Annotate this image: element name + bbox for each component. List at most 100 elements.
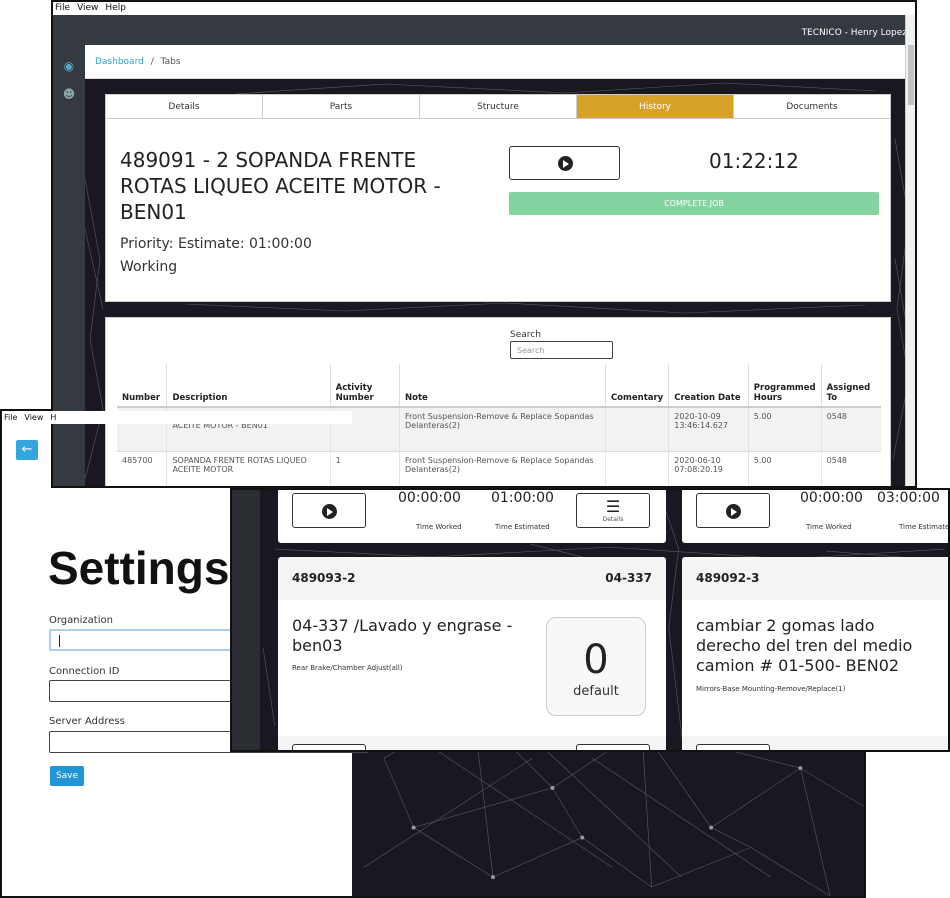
time-worked-label: Time Worked xyxy=(416,523,462,531)
settings-menubar: File View H xyxy=(2,411,352,424)
job-status: Working xyxy=(120,259,178,275)
order-id: 489092-3 xyxy=(696,571,760,585)
menu-file[interactable]: File xyxy=(55,3,70,13)
breadcrumb-separator: / xyxy=(150,57,154,67)
scrollbar-thumb[interactable] xyxy=(908,45,914,105)
tab-history[interactable]: History xyxy=(577,95,734,118)
play-icon xyxy=(558,156,573,171)
play-icon xyxy=(322,504,337,519)
tab-structure[interactable]: Structure xyxy=(420,95,577,118)
search-label: Search xyxy=(510,330,541,340)
cell-note: Front Suspension-Remove & Replace Sopand… xyxy=(399,450,606,486)
details-button[interactable] xyxy=(576,744,650,750)
job-tabs: Details Parts Structure History Document… xyxy=(105,94,891,119)
connection-id-label: Connection ID xyxy=(49,666,120,677)
order-code: 04-337 xyxy=(605,571,652,585)
order-header[interactable]: 489092-3 xyxy=(682,557,948,600)
table-row[interactable]: 485700 SOPANDA FRENTE ROTAS LIQUEO ACEIT… xyxy=(117,450,881,486)
menu-view[interactable]: View xyxy=(77,3,98,13)
play-icon xyxy=(726,504,741,519)
settings-title: Settings xyxy=(48,542,230,594)
menu-file[interactable]: File xyxy=(4,413,17,422)
time-worked-value: 00:00:00 xyxy=(398,490,461,506)
user-name: TECNICO - Henry Lopez xyxy=(801,28,907,38)
table-header-row: Number Description Activity Number Note … xyxy=(117,364,881,408)
order-timer-card: 00:00:00 01:00:00 Time Worked Time Estim… xyxy=(278,490,666,543)
col-description[interactable]: Description xyxy=(166,364,331,408)
work-orders-window: 00:00:00 01:00:00 Time Worked Time Estim… xyxy=(230,488,950,752)
list-icon: ☰ xyxy=(605,497,621,516)
time-estimated-label: Time Estimated xyxy=(899,523,950,531)
breadcrumb-dashboard[interactable]: Dashboard xyxy=(95,57,144,67)
col-assigned-to[interactable]: Assigned To xyxy=(821,364,881,408)
cell-creation-date: 2020-10-09 13:46:14.627 xyxy=(668,406,749,451)
play-button[interactable] xyxy=(292,744,366,750)
col-note[interactable]: Note xyxy=(399,364,606,408)
tab-parts[interactable]: Parts xyxy=(263,95,420,118)
cell-activity-number: 1 xyxy=(330,450,401,486)
order-id: 489093-2 xyxy=(292,571,356,585)
server-address-label: Server Address xyxy=(49,716,125,727)
order-timer-card: 00:00:00 03:00:00 Time Worked Time Estim… xyxy=(682,490,950,543)
order-count-label: default xyxy=(573,684,619,699)
play-button[interactable] xyxy=(509,146,620,180)
cell-note: Front Suspension-Remove & Replace Sopand… xyxy=(399,406,606,451)
content-area: Details Parts Structure History Document… xyxy=(85,79,909,486)
menu-view[interactable]: View xyxy=(24,413,43,422)
arrow-left-icon: ← xyxy=(21,442,33,457)
cell-programmed-hours: 5.00 xyxy=(748,406,822,451)
play-button[interactable] xyxy=(292,493,366,528)
tab-details[interactable]: Details xyxy=(106,95,263,118)
cell-assigned-to: 0548 xyxy=(821,406,881,451)
col-activity-number[interactable]: Activity Number xyxy=(330,364,401,408)
cell-number: 485700 xyxy=(117,450,168,486)
tab-documents[interactable]: Documents xyxy=(734,95,890,118)
vertical-scrollbar[interactable] xyxy=(905,15,915,486)
time-worked-value: 00:00:00 xyxy=(800,490,863,506)
order-body[interactable]: 04-337 /Lavado y engrase - ben03 Rear Br… xyxy=(278,600,666,736)
back-button[interactable]: ← xyxy=(16,440,38,460)
job-title: 489091 - 2 SOPANDA FRENTE ROTAS LIQUEO A… xyxy=(120,148,441,224)
search-input[interactable]: Search xyxy=(510,341,613,359)
job-card: 489091 - 2 SOPANDA FRENTE ROTAS LIQUEO A… xyxy=(105,119,891,302)
dashboard-icon[interactable]: ◉ xyxy=(62,59,76,73)
breadcrumb: Dashboard / Tabs xyxy=(85,45,915,79)
history-card: Search Search Number Description Activit… xyxy=(105,317,891,486)
col-comentary[interactable]: Comentary xyxy=(605,364,670,408)
cell-programmed-hours: 5.00 xyxy=(748,450,822,486)
time-estimated-value: 01:00:00 xyxy=(491,490,554,506)
save-button[interactable]: Save xyxy=(50,766,84,786)
order-header[interactable]: 489093-2 04-337 xyxy=(278,557,666,600)
breadcrumb-current: Tabs xyxy=(160,57,181,67)
play-button[interactable] xyxy=(696,744,770,750)
order-title: 04-337 /Lavado y engrase - ben03 xyxy=(292,616,513,655)
cell-comentary xyxy=(605,450,670,486)
details-button[interactable]: ☰ Details xyxy=(576,493,650,528)
menu-help[interactable]: H xyxy=(50,413,56,422)
orders-sidebar xyxy=(232,490,260,750)
time-estimated-label: Time Estimated xyxy=(495,523,550,531)
menu-help[interactable]: Help xyxy=(105,3,126,13)
job-priority: Priority: Estimate: 01:00:00 xyxy=(120,236,312,252)
col-creation-date[interactable]: Creation Date xyxy=(668,364,749,408)
order-count-badge: 0 default xyxy=(546,617,646,716)
order-body[interactable]: cambiar 2 gomas lado derecho del tren de… xyxy=(682,600,948,736)
order-title: cambiar 2 gomas lado derecho del tren de… xyxy=(696,616,913,675)
app-header: TECNICO - Henry Lopez xyxy=(53,15,915,45)
text-caret xyxy=(59,635,60,647)
complete-job-button[interactable]: COMPLETE JOB xyxy=(509,192,879,215)
job-timer: 01:22:12 xyxy=(709,149,799,173)
cell-assigned-to: 0548 xyxy=(821,450,881,486)
next-order-card xyxy=(682,736,948,750)
order-count: 0 xyxy=(583,637,609,683)
user-settings-icon[interactable]: ☻ xyxy=(62,87,76,101)
next-order-card xyxy=(278,736,666,750)
main-menubar: File View Help xyxy=(53,2,915,15)
cell-comentary xyxy=(605,406,670,451)
play-button[interactable] xyxy=(696,493,770,528)
col-programmed-hours[interactable]: Programmed Hours xyxy=(748,364,822,408)
col-number[interactable]: Number xyxy=(117,364,168,408)
history-table: Number Description Activity Number Note … xyxy=(117,364,881,486)
cell-description: SOPANDA FRENTE ROTAS LIQUEO ACEITE MOTOR xyxy=(166,450,331,486)
details-label: Details xyxy=(602,516,624,523)
